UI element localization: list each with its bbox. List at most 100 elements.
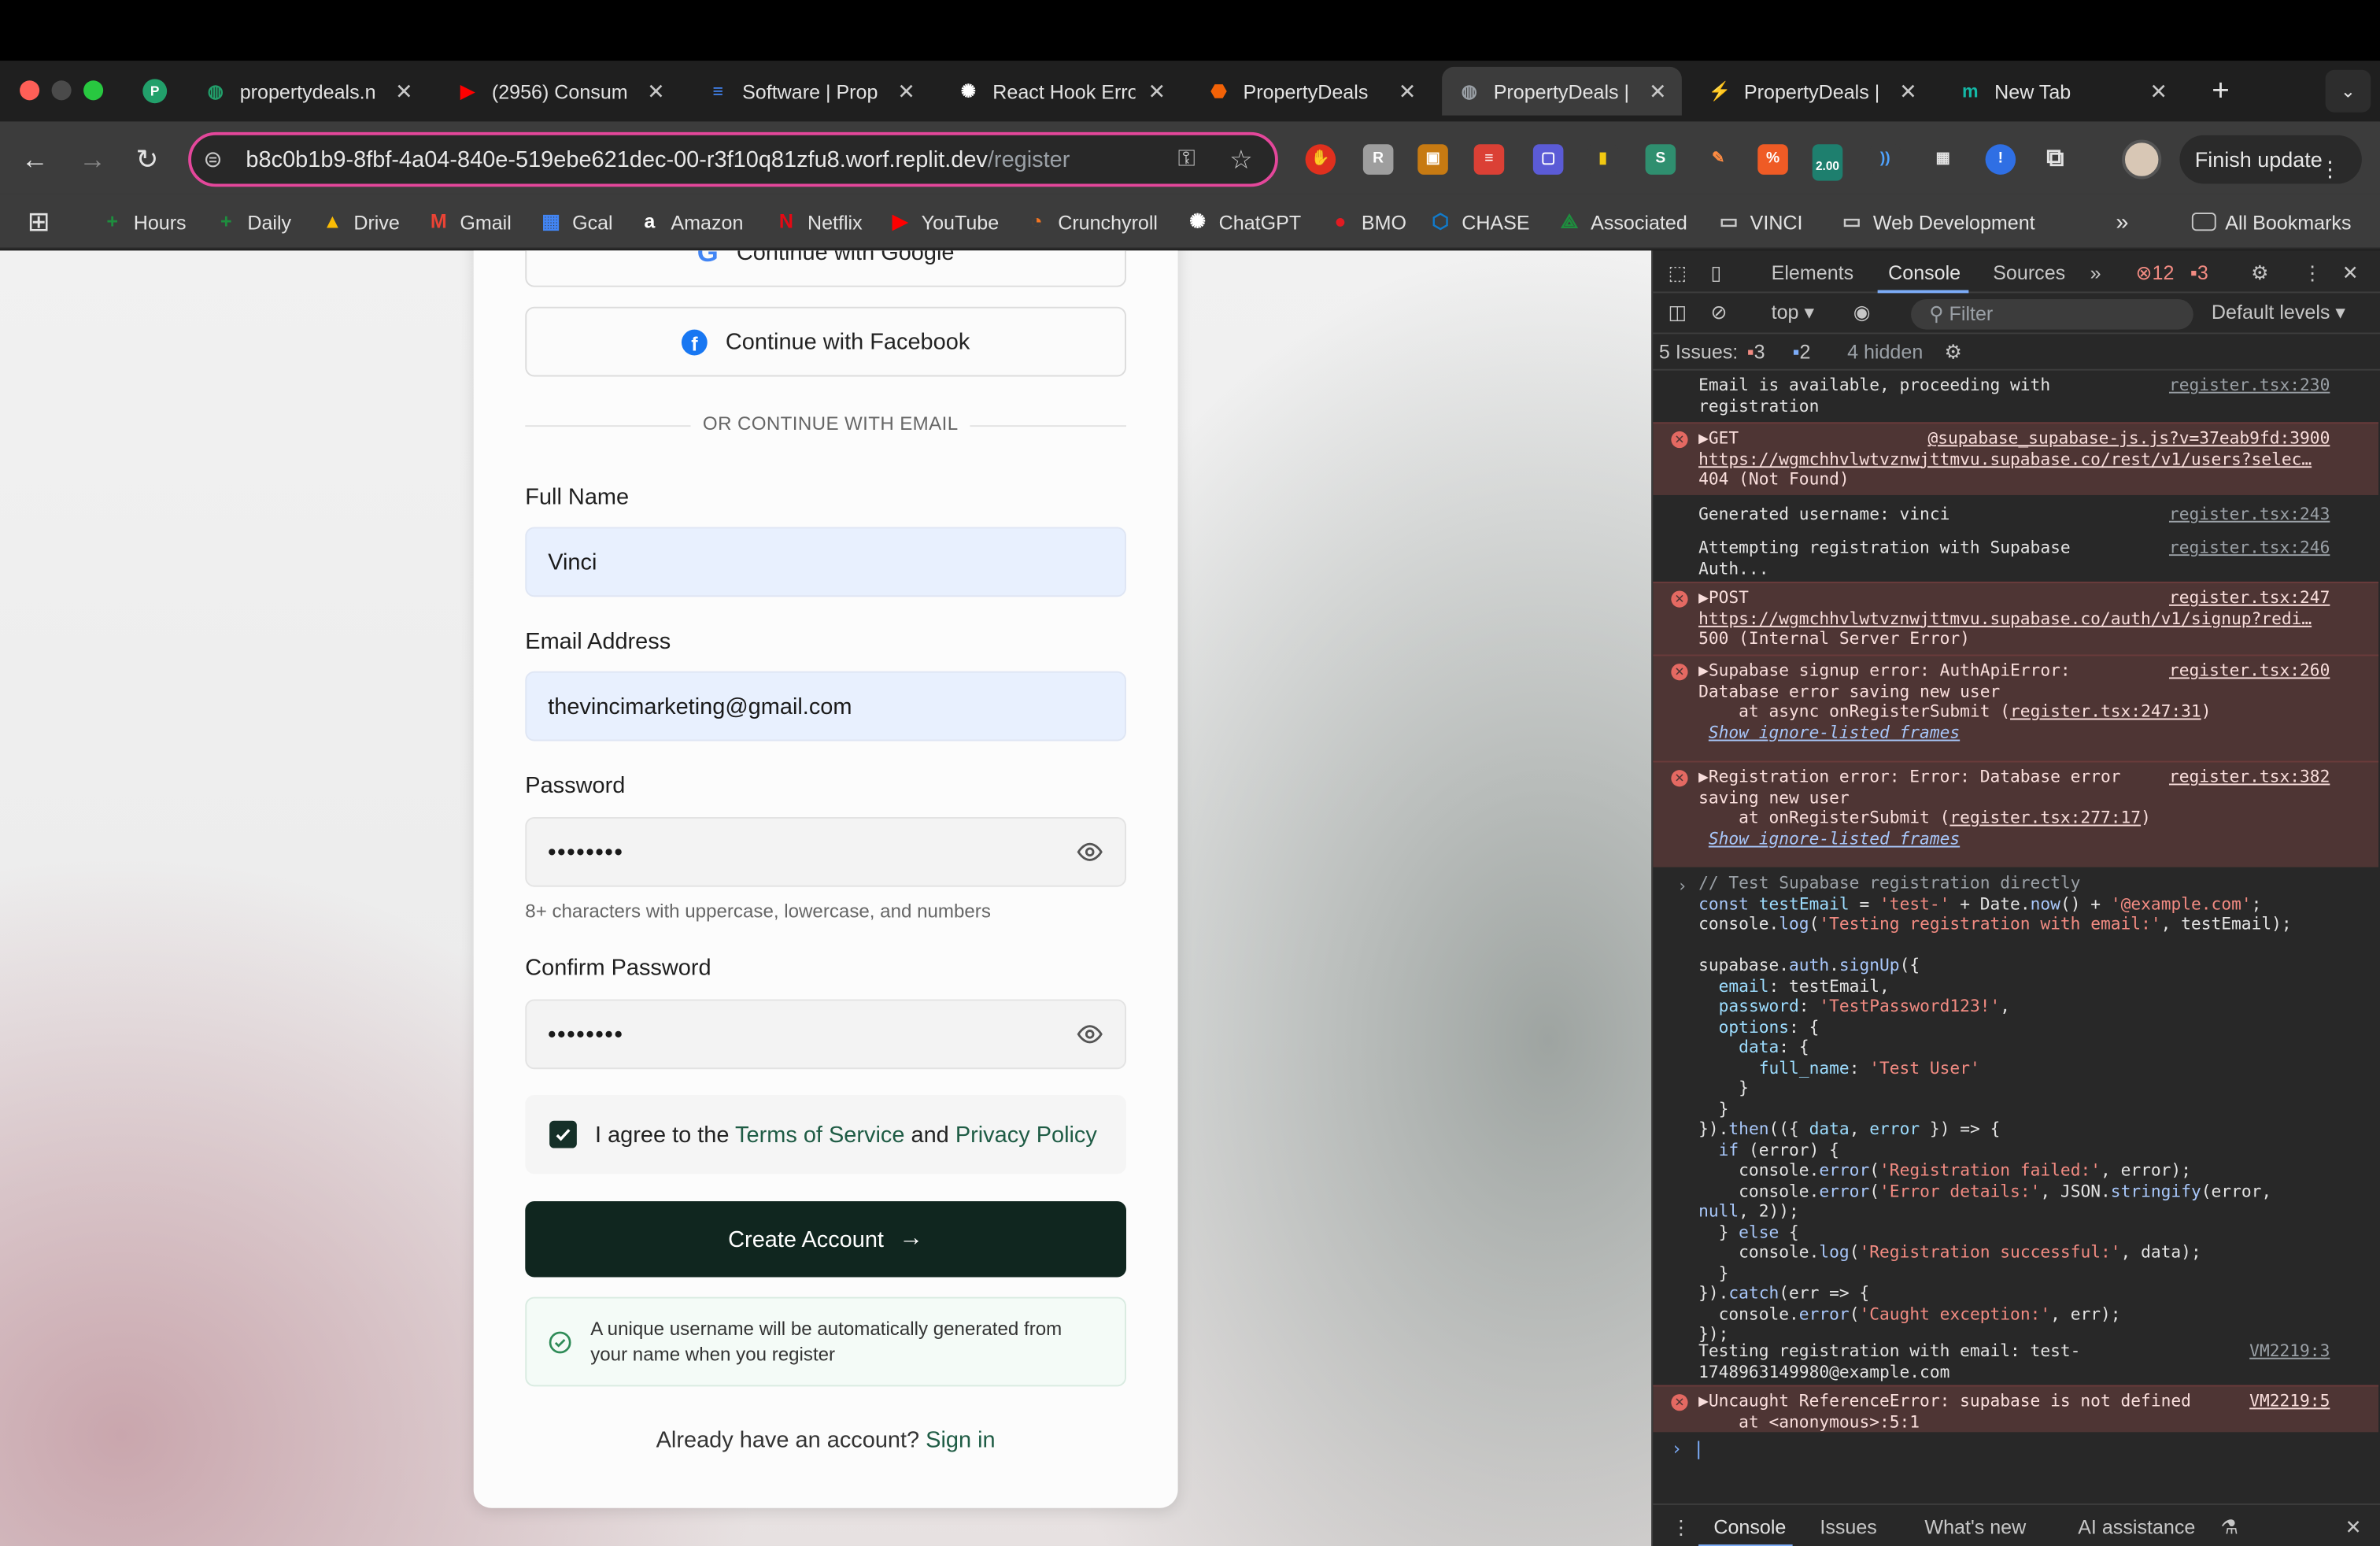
bookmark-item[interactable]: N Netflix xyxy=(774,206,863,237)
apps-grid-icon[interactable]: ⊞ xyxy=(28,205,50,237)
pinned-tab[interactable]: P xyxy=(137,67,173,116)
close-devtools-icon[interactable]: ✕ xyxy=(2342,261,2359,286)
bookmark-item[interactable]: ▲ Drive xyxy=(320,206,400,237)
console-error-head[interactable]: ▶GET xyxy=(1698,428,1739,448)
close-tab-icon[interactable]: ✕ xyxy=(647,78,665,104)
create-account-button[interactable]: Create Account → xyxy=(525,1201,1126,1278)
device-toolbar-icon[interactable]: ▯ xyxy=(1710,261,1721,286)
close-drawer-icon[interactable]: ✕ xyxy=(2345,1515,2362,1540)
stack-frame-link[interactable]: register.tsx:247:31 xyxy=(2010,701,2201,721)
terms-of-service-link[interactable]: Terms of Service xyxy=(735,1122,904,1148)
extension-counter-icon[interactable]: 2.00 xyxy=(1812,144,1843,181)
close-tab-icon[interactable]: ✕ xyxy=(1148,78,1166,104)
close-tab-icon[interactable]: ✕ xyxy=(1649,78,1667,104)
show-ignore-listed-link[interactable]: Show ignore-listed frames xyxy=(1709,828,1960,848)
source-link[interactable]: register.tsx:260 xyxy=(2168,660,2330,682)
console-settings-gear-icon[interactable]: ⚙ xyxy=(1944,340,1961,364)
more-tabs-icon[interactable]: » xyxy=(2090,261,2101,284)
source-link[interactable]: VM2219:3 xyxy=(2249,1341,2330,1362)
sign-in-link[interactable]: Sign in xyxy=(926,1428,995,1454)
extension-s-icon[interactable]: S xyxy=(1645,144,1676,175)
extension-powerbi-icon[interactable]: ▮ xyxy=(1587,144,1618,175)
maximize-window-button[interactable] xyxy=(83,80,104,101)
tab-search-button[interactable]: ⌄ xyxy=(2325,69,2371,113)
bookmark-item[interactable]: M Gmail xyxy=(427,206,512,237)
site-info-icon[interactable]: ⊜ xyxy=(203,146,222,173)
minimize-window-button[interactable] xyxy=(51,80,72,101)
drawer-menu-icon[interactable]: ⋮ xyxy=(1671,1515,1691,1540)
source-link[interactable]: register.tsx:243 xyxy=(2169,505,2330,525)
bookmark-item[interactable]: ✺ ChatGPT xyxy=(1185,206,1301,237)
back-icon[interactable]: ← xyxy=(18,142,51,176)
extension-pen-icon[interactable]: ✎ xyxy=(1702,144,1734,175)
request-url-link[interactable]: https://wgmchhvlwtvznwjttmvu.supabase.co… xyxy=(1698,608,2312,628)
more-bookmarks-icon[interactable]: » xyxy=(2116,206,2128,237)
full-name-input[interactable]: Vinci xyxy=(525,527,1126,597)
warning-count-badge[interactable]: ▪3 xyxy=(2190,261,2208,284)
drawer-tab-whats-new[interactable]: What's new xyxy=(1924,1515,2026,1538)
browser-tab[interactable]: ◍ propertydeals.n ✕ xyxy=(188,67,428,116)
bookmark-item[interactable]: ▭ VINCI xyxy=(1717,206,1803,237)
bookmark-item[interactable]: ● BMO xyxy=(1328,206,1406,237)
issues-info-badge[interactable]: ▪2 xyxy=(1793,340,1811,363)
browser-tab[interactable]: ◍ PropertyDeals | ✕ xyxy=(1442,66,1682,116)
browser-tab[interactable]: ✺ React Hook Erro ✕ xyxy=(941,67,1181,116)
console-error-head[interactable]: ▶POST xyxy=(1698,588,1749,608)
show-confirm-password-eye-icon[interactable] xyxy=(1076,1020,1103,1048)
google-button[interactable]: G Continue with Google xyxy=(525,250,1126,287)
facebook-button[interactable]: f Continue with Facebook xyxy=(525,306,1126,377)
source-link[interactable]: register.tsx:230 xyxy=(2169,375,2330,396)
close-tab-icon[interactable]: ✕ xyxy=(897,78,915,104)
issues-error-badge[interactable]: ▪3 xyxy=(1747,340,1765,363)
sidebar-toggle-icon[interactable]: ◫ xyxy=(1668,301,1687,325)
new-tab-button[interactable]: + xyxy=(2204,75,2237,108)
clear-console-icon[interactable]: ⊘ xyxy=(1710,301,1727,325)
context-select[interactable]: top ▾ xyxy=(1772,301,1814,325)
extension-shield-icon[interactable]: ▢ xyxy=(1532,144,1564,175)
browser-tab[interactable]: ⬣ PropertyDeals ✕ xyxy=(1192,67,1432,116)
bookmark-item[interactable]: ⟁ Associated xyxy=(1558,206,1687,237)
drawer-tab-issues[interactable]: Issues xyxy=(1820,1515,1876,1538)
browser-tab[interactable]: ⚡ PropertyDeals | ✕ xyxy=(1692,67,1932,116)
tab-console[interactable]: Console xyxy=(1888,261,1961,284)
inspect-element-icon[interactable]: ⬚ xyxy=(1668,261,1687,286)
close-tab-icon[interactable]: ✕ xyxy=(2149,78,2168,104)
bookmark-item[interactable]: + Daily xyxy=(214,206,291,237)
close-window-button[interactable] xyxy=(20,80,40,101)
extension-stop-icon[interactable]: ✋ xyxy=(1305,144,1336,175)
profile-avatar[interactable] xyxy=(2122,139,2162,179)
console-prompt[interactable]: › | xyxy=(1671,1439,1704,1460)
source-link[interactable]: register.tsx:382 xyxy=(2168,767,2330,788)
stack-frame-link[interactable]: register.tsx:277:17 xyxy=(1949,808,2141,827)
extension-r-icon[interactable]: R xyxy=(1362,144,1394,175)
email-input[interactable]: thevincimarketing@gmail.com xyxy=(525,671,1126,742)
browser-tab[interactable]: m New Tab ✕ xyxy=(1943,67,2183,116)
extension-info-icon[interactable]: ! xyxy=(1985,144,2016,175)
bookmark-item[interactable]: a Amazon xyxy=(638,206,743,237)
bookmark-item[interactable]: ◔ Crunchyroll xyxy=(1025,206,1158,237)
settings-gear-icon[interactable]: ⚙ xyxy=(2251,261,2268,286)
forward-icon[interactable]: → xyxy=(76,142,109,176)
browser-tab[interactable]: ≡ Software | Prop ✕ xyxy=(690,67,930,116)
drawer-tab-console[interactable]: Console xyxy=(1713,1515,1786,1538)
live-expression-eye-icon[interactable]: ◉ xyxy=(1853,301,1871,325)
terms-checkbox[interactable] xyxy=(549,1120,577,1148)
bookmark-item[interactable]: ▦ Gcal xyxy=(539,206,612,237)
bookmark-item[interactable]: ⬡ CHASE xyxy=(1428,206,1529,237)
extension-orange-icon[interactable]: ▣ xyxy=(1417,144,1448,175)
request-url-link[interactable]: https://wgmchhvlwtvznwjttmvu.supabase.co… xyxy=(1698,449,2312,468)
close-tab-icon[interactable]: ✕ xyxy=(1899,78,1917,104)
finish-update-button[interactable]: Finish update ⋮ xyxy=(2179,135,2362,184)
password-input[interactable]: •••••••• xyxy=(525,816,1126,887)
show-password-eye-icon[interactable] xyxy=(1076,838,1103,866)
bookmark-item[interactable]: ▭ Web Development xyxy=(1839,206,2035,237)
address-bar[interactable]: b8c0b1b9-8fbf-4a04-840e-519ebe621dec-00-… xyxy=(188,131,1278,187)
log-levels-select[interactable]: Default levels ▾ xyxy=(2212,301,2345,325)
filter-input[interactable]: ⚲ Filter xyxy=(1911,299,2193,330)
source-link[interactable]: register.tsx:247 xyxy=(2168,587,2330,608)
tab-elements[interactable]: Elements xyxy=(1772,261,1854,284)
extensions-puzzle-icon[interactable]: ⧉ xyxy=(2039,144,2071,175)
extension-audio-icon[interactable]: )) xyxy=(1869,144,1901,175)
all-bookmarks[interactable]: All Bookmarks xyxy=(2191,206,2352,237)
bookmark-item[interactable]: ▶ YouTube xyxy=(888,206,999,237)
